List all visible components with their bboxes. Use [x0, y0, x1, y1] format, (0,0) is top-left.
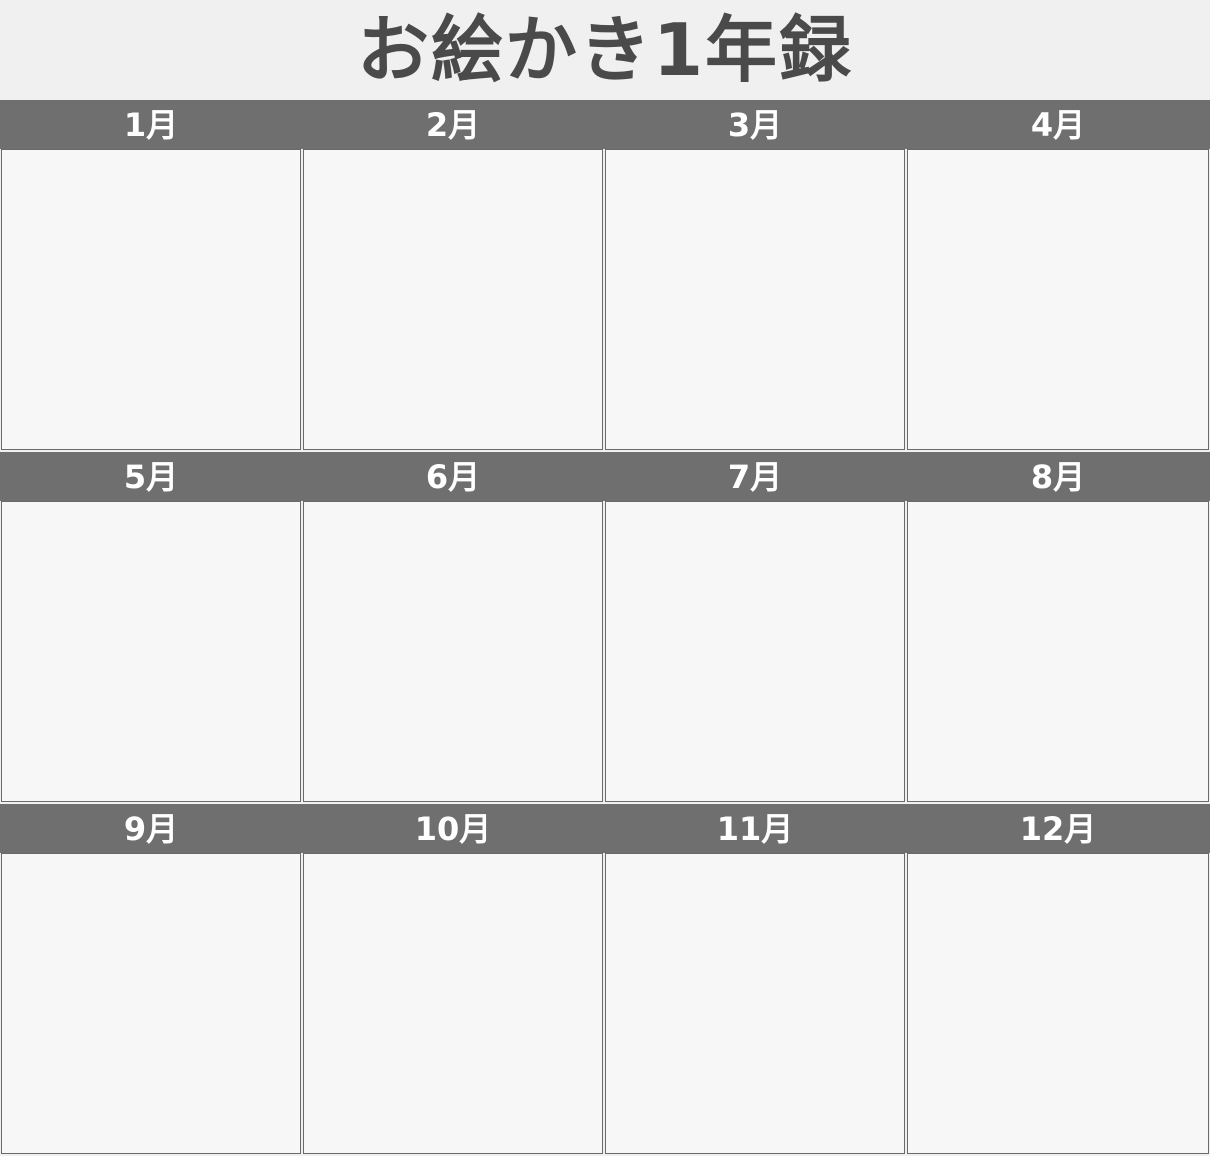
drawing-area[interactable]: [605, 853, 905, 1154]
drawing-area[interactable]: [605, 149, 905, 450]
month-label: 5月: [123, 457, 179, 496]
month-label: 8月: [1030, 457, 1086, 496]
month-cell-2: 2月: [302, 100, 604, 452]
drawing-area[interactable]: [303, 853, 603, 1154]
month-cell-11: 11月: [604, 804, 906, 1156]
page-title: お絵かき1年録: [356, 8, 854, 92]
month-label: 6月: [425, 457, 481, 496]
drawing-area[interactable]: [1, 853, 301, 1154]
month-label: 2月: [425, 105, 481, 144]
month-cell-12: 12月: [906, 804, 1210, 1156]
month-cell-8: 8月: [906, 452, 1210, 804]
drawing-area[interactable]: [1, 149, 301, 450]
month-grid: 1月 2月 3月 4月 5月 6月 7月 8月 9月 10月 11月 12月: [0, 100, 1210, 1156]
drawing-area[interactable]: [1, 501, 301, 802]
month-cell-1: 1月: [0, 100, 302, 452]
drawing-area[interactable]: [605, 501, 905, 802]
month-cell-10: 10月: [302, 804, 604, 1156]
month-label: 9月: [123, 809, 179, 848]
month-label: 11月: [716, 809, 794, 848]
yearly-drawing-sheet: お絵かき1年録 1月 2月 3月 4月 5月 6月 7月 8月 9月 10月 1…: [0, 0, 1210, 1156]
month-cell-3: 3月: [604, 100, 906, 452]
month-label: 4月: [1030, 105, 1086, 144]
month-label: 12月: [1019, 809, 1097, 848]
month-cell-6: 6月: [302, 452, 604, 804]
drawing-area[interactable]: [303, 501, 603, 802]
drawing-area[interactable]: [907, 149, 1209, 450]
month-label: 7月: [727, 457, 783, 496]
month-label: 10月: [414, 809, 492, 848]
drawing-area[interactable]: [907, 501, 1209, 802]
title-bar: お絵かき1年録: [0, 0, 1210, 100]
month-cell-9: 9月: [0, 804, 302, 1156]
month-cell-7: 7月: [604, 452, 906, 804]
drawing-area[interactable]: [303, 149, 603, 450]
month-cell-5: 5月: [0, 452, 302, 804]
month-cell-4: 4月: [906, 100, 1210, 452]
drawing-area[interactable]: [907, 853, 1209, 1154]
month-label: 3月: [727, 105, 783, 144]
month-label: 1月: [123, 105, 179, 144]
